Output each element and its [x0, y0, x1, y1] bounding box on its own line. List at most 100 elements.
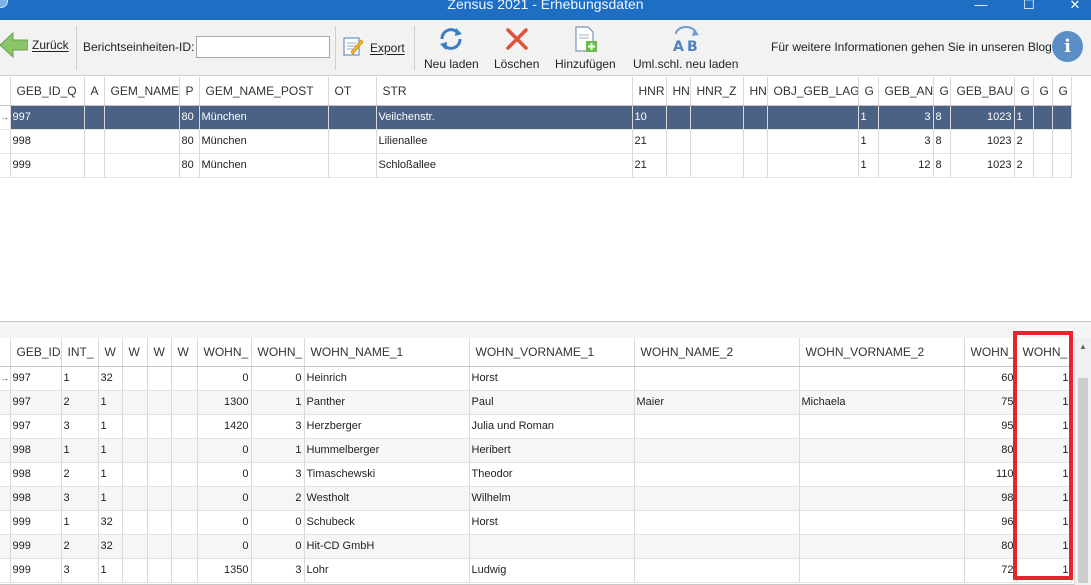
column-header[interactable]: W — [147, 338, 172, 367]
row-header[interactable] — [0, 534, 11, 559]
table-cell[interactable]: 1 — [858, 129, 879, 154]
table-cell[interactable]: 1 — [1016, 462, 1072, 487]
column-header[interactable]: W — [122, 338, 148, 367]
table-cell[interactable]: 0 — [251, 510, 305, 535]
table-cell[interactable] — [171, 414, 198, 439]
table-cell[interactable] — [122, 390, 148, 415]
table-cell[interactable]: 0 — [197, 366, 252, 391]
table-row[interactable]: 998 1 1 0 1 Hummelberger Heribert 80 1 — [0, 438, 1072, 463]
table-cell[interactable]: 75 — [964, 390, 1017, 415]
table-cell[interactable] — [666, 105, 691, 130]
table-cell[interactable] — [171, 438, 198, 463]
scroll-up-icon[interactable]: ▲ — [1079, 342, 1087, 351]
table-cell[interactable] — [634, 558, 800, 583]
table-cell[interactable] — [147, 486, 172, 511]
table-cell[interactable]: Veilchenstr. — [376, 105, 633, 130]
table-cell[interactable]: Paul — [469, 390, 635, 415]
table-cell[interactable] — [122, 486, 148, 511]
table-cell[interactable]: 3 — [878, 129, 934, 154]
info-icon[interactable]: i — [1052, 31, 1083, 62]
table-cell[interactable]: Maier — [634, 390, 800, 415]
column-header[interactable]: G — [1033, 77, 1053, 106]
table-cell[interactable]: 8 — [933, 105, 951, 130]
table-cell[interactable]: 95 — [964, 414, 1017, 439]
table-row[interactable]: → 997 1 32 0 0 Heinrich Horst 60 1 — [0, 366, 1072, 391]
table-cell[interactable] — [799, 414, 965, 439]
table-cell[interactable] — [799, 366, 965, 391]
table-cell[interactable]: Lohr — [304, 558, 470, 583]
table-cell[interactable] — [84, 129, 105, 154]
grid-splitter[interactable] — [0, 322, 1091, 338]
table-cell[interactable] — [122, 558, 148, 583]
table-cell[interactable]: Horst — [469, 366, 635, 391]
table-cell[interactable] — [147, 534, 172, 559]
delete-button[interactable]: Löschen — [494, 25, 539, 71]
table-cell[interactable]: Horst — [469, 510, 635, 535]
column-header[interactable]: WOHN_VORNAME_2 — [799, 338, 965, 367]
table-cell[interactable]: 999 — [10, 510, 62, 535]
table-cell[interactable] — [634, 438, 800, 463]
column-header[interactable]: GEB_BAU — [950, 77, 1015, 106]
column-header[interactable]: GEM_NAME_POST — [199, 77, 329, 106]
table-row[interactable]: 999 2 32 0 0 Hit-CD GmbH 80 1 — [0, 534, 1072, 559]
table-cell[interactable] — [799, 510, 965, 535]
table-cell[interactable] — [743, 153, 768, 178]
table-cell[interactable] — [122, 366, 148, 391]
column-header[interactable]: HN — [666, 77, 691, 106]
column-header[interactable]: STR — [376, 77, 633, 106]
table-cell[interactable]: 1 — [858, 153, 879, 178]
table-cell[interactable] — [122, 510, 148, 535]
column-header[interactable]: HNR_Z — [690, 77, 744, 106]
table-cell[interactable] — [799, 534, 965, 559]
table-cell[interactable] — [122, 438, 148, 463]
table-cell[interactable]: München — [199, 105, 329, 130]
table-cell[interactable]: 3 — [251, 414, 305, 439]
table-cell[interactable] — [1033, 105, 1053, 130]
table-cell[interactable] — [1033, 129, 1053, 154]
table-cell[interactable]: 110 — [964, 462, 1017, 487]
table-cell[interactable]: 21 — [632, 129, 667, 154]
column-header[interactable]: G — [1052, 77, 1072, 106]
table-cell[interactable] — [799, 438, 965, 463]
table-cell[interactable]: 3 — [251, 462, 305, 487]
table-cell[interactable]: Ludwig — [469, 558, 635, 583]
column-header[interactable]: W — [171, 338, 198, 367]
row-header[interactable] — [0, 129, 11, 154]
table-cell[interactable]: 2 — [61, 534, 99, 559]
column-header[interactable]: WOHN_ — [1016, 338, 1072, 367]
table-cell[interactable]: 72 — [964, 558, 1017, 583]
table-cell[interactable]: 997 — [10, 414, 62, 439]
column-header[interactable]: GEB_ANZ — [878, 77, 934, 106]
table-cell[interactable]: 32 — [98, 366, 123, 391]
table-cell[interactable]: Heribert — [469, 438, 635, 463]
table-cell[interactable] — [666, 153, 691, 178]
table-cell[interactable]: 0 — [251, 366, 305, 391]
table-cell[interactable]: 2 — [1014, 129, 1034, 154]
umlaut-reload-button[interactable]: A B Uml.schl. neu laden — [633, 25, 738, 71]
table-cell[interactable] — [122, 534, 148, 559]
table-cell[interactable]: 3 — [61, 486, 99, 511]
table-cell[interactable] — [171, 534, 198, 559]
table-cell[interactable] — [147, 366, 172, 391]
table-cell[interactable] — [1052, 153, 1072, 178]
table-cell[interactable] — [84, 105, 105, 130]
column-header[interactable]: G — [933, 77, 951, 106]
table-cell[interactable] — [634, 414, 800, 439]
table-cell[interactable]: 1 — [98, 558, 123, 583]
table-row[interactable]: → 997 80 München Veilchenstr. 10 1 3 8 1023 1 — [0, 105, 1072, 130]
table-cell[interactable]: Julia und Roman — [469, 414, 635, 439]
export-button[interactable]: Export — [342, 35, 405, 60]
table-cell[interactable] — [799, 462, 965, 487]
table-cell[interactable]: 8 — [933, 129, 951, 154]
table-cell[interactable]: 1 — [1016, 366, 1072, 391]
table-cell[interactable]: 1 — [1016, 414, 1072, 439]
table-row[interactable]: 999 80 München Schloßallee 21 1 12 8 1023 2 — [0, 153, 1072, 178]
bid-input[interactable] — [196, 36, 330, 58]
table-cell[interactable]: 1 — [251, 438, 305, 463]
table-cell[interactable] — [147, 558, 172, 583]
table-cell[interactable] — [171, 390, 198, 415]
table-cell[interactable]: 80 — [179, 129, 200, 154]
column-header[interactable]: W — [98, 338, 123, 367]
table-cell[interactable]: Lilienallee — [376, 129, 633, 154]
table-row[interactable]: 999 1 32 0 0 Schubeck Horst 96 1 — [0, 510, 1072, 535]
